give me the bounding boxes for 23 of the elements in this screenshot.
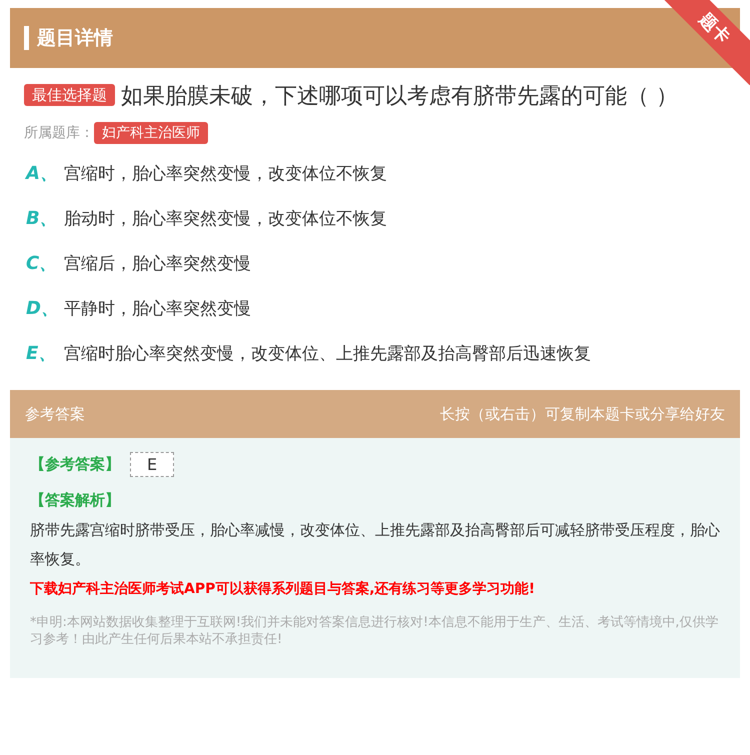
option-letter: B、 [26,207,59,230]
option-text: 胎动时，胎心率突然变慢，改变体位不恢复 [64,208,387,230]
question-text: 最佳选择题 如果胎膜未破，下述哪项可以考虑有脐带先露的可能（ ） [24,78,726,116]
answer-value: E [130,452,174,477]
answer-label: 【参考答案】 [30,455,120,474]
answer-title: 参考答案 [25,404,85,424]
section-title: 题目详情 [37,26,113,51]
option-letter: A、 [26,162,59,185]
option-text: 宫缩后，胎心率突然变慢 [64,252,251,274]
disclaimer-text: *申明:本网站数据收集整理于互联网!我们并未能对答案信息进行核对!本信息不能用于生产、生活、考试等情境中,仅供学习参考！由此产生任何后果本站不承担责任! [30,614,720,648]
option-text: 宫缩时，胎心率突然变慢，改变体位不恢复 [64,162,387,184]
bank-label: 所属题库： [24,124,94,142]
option-text: 平静时，胎心率突然变慢 [64,298,251,320]
analysis-label: 【答案解析】 [30,491,121,510]
option-text: 宫缩时胎心率突然变慢，改变体位、上推先露部及抬高臀部后迅速恢复 [64,342,591,364]
bank-tag[interactable]: 妇产科主治医师 [94,122,208,144]
analysis-text: 脐带先露宫缩时脐带受压，胎心率减慢，改变体位、上推先露部及抬高臀部后可减轻脐带受压程度，胎心率恢复。 [30,520,720,570]
accent-bar [24,26,29,50]
share-hint: 长按（或右击）可复制本题卡或分享给好友 [440,404,725,424]
option-letter: D、 [26,297,60,320]
option-letter: E、 [26,342,58,365]
promo-link[interactable]: 下载妇产科主治医师考试APP可以获得系列题目与答案,还有练习等更多学习功能! [30,580,720,598]
option-letter: C、 [26,252,58,275]
